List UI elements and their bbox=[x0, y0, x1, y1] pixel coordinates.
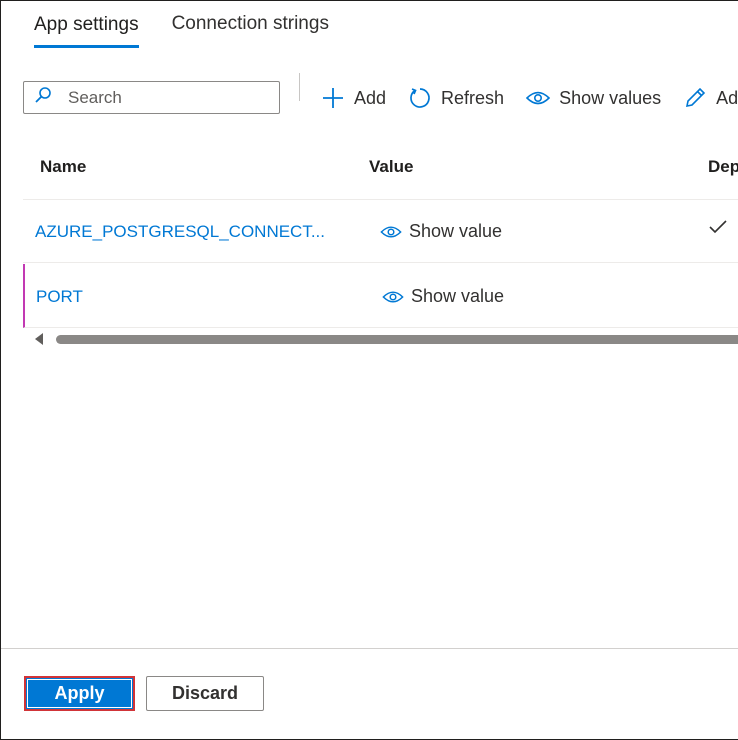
eye-icon bbox=[380, 225, 402, 238]
show-value-label: Show value bbox=[411, 286, 505, 306]
scroll-left-arrow-icon[interactable] bbox=[35, 333, 43, 345]
horizontal-scrollbar[interactable] bbox=[23, 331, 738, 347]
show-values-button[interactable]: Show values bbox=[526, 88, 661, 109]
setting-name-link[interactable]: PORT bbox=[36, 287, 83, 307]
tab-connection-strings[interactable]: Connection strings bbox=[172, 1, 329, 47]
refresh-button-label: Refresh bbox=[441, 87, 505, 108]
toolbar-divider bbox=[299, 73, 300, 101]
refresh-icon bbox=[410, 88, 430, 108]
table-row[interactable] bbox=[23, 264, 738, 328]
app-settings-panel: App settings Connection strings Add Refr… bbox=[0, 0, 738, 740]
advanced-edit-button[interactable]: Adv bbox=[683, 86, 738, 110]
discard-button[interactable]: Discard bbox=[146, 676, 264, 711]
search-input[interactable] bbox=[68, 87, 258, 108]
column-header-value[interactable]: Value bbox=[369, 157, 413, 177]
scrollbar-thumb[interactable] bbox=[56, 335, 738, 344]
refresh-button[interactable]: Refresh bbox=[408, 86, 504, 110]
tab-app-settings[interactable]: App settings bbox=[34, 1, 139, 48]
search-box[interactable] bbox=[23, 81, 280, 114]
checkmark-icon bbox=[708, 219, 728, 240]
show-value-label: Show value bbox=[409, 221, 503, 241]
plus-icon bbox=[323, 88, 343, 108]
add-button-label: Add bbox=[354, 87, 387, 108]
pencil-icon bbox=[686, 87, 706, 108]
advanced-edit-button-label: Adv bbox=[716, 87, 738, 108]
setting-name-link[interactable]: AZURE_POSTGRESQL_CONNECT... bbox=[35, 222, 325, 242]
eye-icon bbox=[526, 91, 551, 105]
show-value-button[interactable]: Show value bbox=[380, 221, 502, 242]
column-header-deployment-slot[interactable]: Dep bbox=[708, 157, 738, 177]
search-icon bbox=[34, 86, 52, 109]
column-header-name[interactable]: Name bbox=[40, 157, 86, 177]
eye-icon bbox=[382, 290, 404, 303]
show-values-button-label: Show values bbox=[559, 87, 662, 108]
apply-button[interactable]: Apply bbox=[24, 676, 135, 711]
footer-divider bbox=[1, 648, 738, 649]
command-bar: Add Refresh Show values Adv bbox=[321, 83, 738, 113]
show-value-button[interactable]: Show value bbox=[382, 286, 504, 307]
tab-bar: App settings Connection strings bbox=[34, 1, 329, 49]
add-button[interactable]: Add bbox=[321, 86, 386, 110]
